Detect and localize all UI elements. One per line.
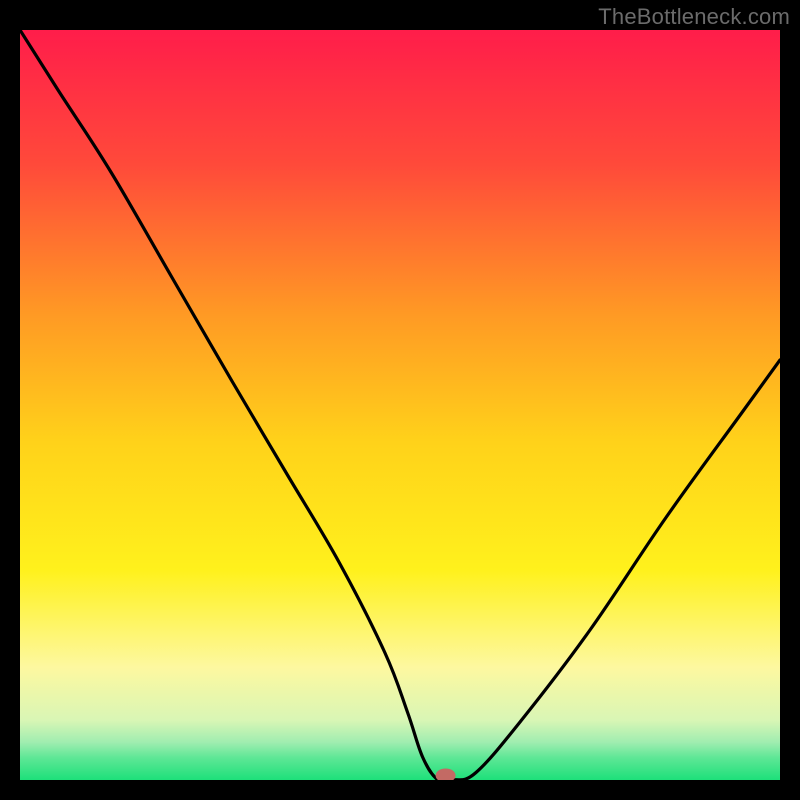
watermark-text: TheBottleneck.com [598, 4, 790, 30]
plot-area [20, 30, 780, 780]
chart-frame: TheBottleneck.com [0, 0, 800, 800]
bottleneck-chart [20, 30, 780, 780]
gradient-background [20, 30, 780, 780]
